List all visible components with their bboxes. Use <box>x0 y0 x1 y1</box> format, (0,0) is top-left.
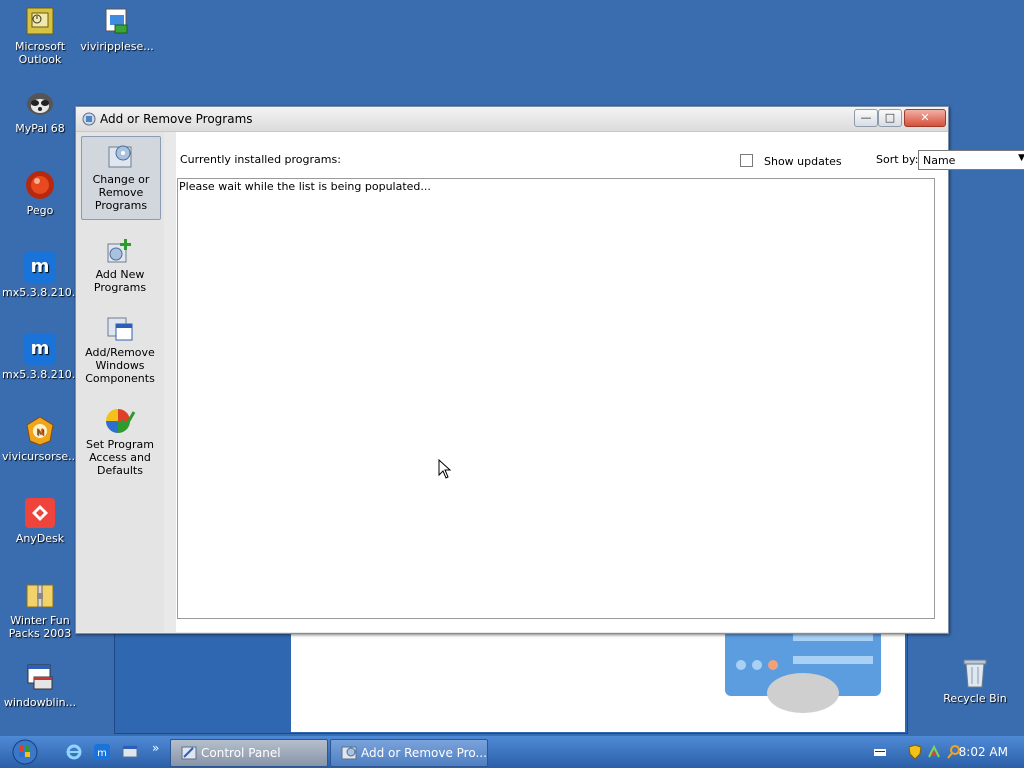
nav-change-or-remove-programs[interactable]: Change or Remove Programs <box>81 136 161 220</box>
add-remove-programs-icon <box>82 112 96 126</box>
show-updates-checkbox[interactable] <box>740 154 753 167</box>
desktop-icon-outlook[interactable]: Microsoft Outlook <box>2 5 78 66</box>
control-panel-icon <box>181 745 197 761</box>
window-titlebar[interactable]: Add or Remove Programs — □ ✕ <box>76 107 948 132</box>
add-new-programs-icon <box>104 236 136 266</box>
desktop-icon-label: Winter Fun Packs 2003 <box>8 614 72 640</box>
maximize-icon: □ <box>884 111 896 124</box>
installer-icon <box>101 5 133 37</box>
windows-components-icon <box>104 314 136 344</box>
desktop-icon-label: mx5.3.8.210... <box>2 286 83 299</box>
add-remove-programs-icon <box>341 745 357 761</box>
nav-label: Add New Programs <box>93 268 147 294</box>
desktop-icon-mx-1[interactable]: m mx5.3.8.210... <box>2 251 83 299</box>
taskbar-button-control-panel[interactable]: Control Panel <box>170 739 328 767</box>
desktop-icon-label: MyPal 68 <box>15 122 65 135</box>
vivi-cursor-icon: M <box>24 415 56 447</box>
maximize-button[interactable]: □ <box>878 109 902 127</box>
close-button[interactable]: ✕ <box>904 109 946 127</box>
svg-text:M: M <box>36 428 44 438</box>
desktop-icon-label: Recycle Bin <box>943 692 1007 705</box>
internet-explorer-icon[interactable] <box>66 744 82 760</box>
svg-text:m: m <box>97 748 107 759</box>
desktop-icon-mypal[interactable]: MyPal 68 <box>2 87 78 135</box>
desktop-icon-viviripple[interactable]: viviripplese... <box>79 5 155 53</box>
taskbar-button-add-remove-programs[interactable]: Add or Remove Pro... <box>330 739 488 767</box>
desktop-icon-vivicursor[interactable]: M vivicursorse... <box>2 415 79 463</box>
start-button[interactable] <box>8 739 42 765</box>
maxthon-icon: m <box>24 333 56 365</box>
desktop-icon-label: windowblin... <box>3 696 77 709</box>
maxthon-icon: m <box>24 251 56 283</box>
clock[interactable]: 8:02 AM <box>959 745 1008 759</box>
taskbar-button-label: Add or Remove Pro... <box>361 746 487 760</box>
change-remove-programs-icon <box>105 141 137 171</box>
desktop-icon-mx-2[interactable]: m mx5.3.8.210... <box>2 333 83 381</box>
taskbar: m » Control Panel Add or Remove Pro... 8… <box>0 736 1024 768</box>
windowblinds-icon <box>24 661 56 693</box>
desktop-icon-winter-fun[interactable]: Winter Fun Packs 2003 <box>2 579 78 640</box>
network-icon[interactable] <box>926 744 942 763</box>
close-icon: ✕ <box>920 111 930 124</box>
show-updates-label[interactable]: Show updates <box>764 155 842 168</box>
nav-add-new-programs[interactable]: Add New Programs <box>81 232 159 294</box>
keyboard-icon[interactable] <box>874 746 886 761</box>
window-title: Add or Remove Programs <box>100 112 253 126</box>
desktop-icon-pego[interactable]: Pego <box>2 169 78 217</box>
task-pane: Change or Remove Programs Add New Progra… <box>76 132 164 632</box>
mypal-icon <box>24 87 56 119</box>
minimize-button[interactable]: — <box>854 109 878 127</box>
desktop-icon-recycle-bin[interactable]: Recycle Bin <box>937 657 1013 705</box>
nav-label: Set Program Access and Defaults <box>86 438 154 477</box>
pego-icon <box>24 169 56 201</box>
sort-by-label: Sort by: <box>876 153 919 166</box>
nav-label: Add/Remove Windows Components <box>85 346 155 385</box>
show-desktop-icon[interactable] <box>122 744 138 760</box>
maxthon-quicklaunch-icon[interactable]: m <box>94 744 110 760</box>
security-shield-icon[interactable] <box>908 744 922 763</box>
sort-by-value: Name <box>923 154 956 167</box>
minimize-icon: — <box>860 111 872 124</box>
desktop-icon-label: Microsoft Outlook <box>14 40 66 66</box>
taskbar-button-label: Control Panel <box>201 746 281 760</box>
desktop-icon-anydesk[interactable]: AnyDesk <box>2 497 78 545</box>
desktop-icon-label: mx5.3.8.210... <box>2 368 83 381</box>
list-status-message: Please wait while the list is being popu… <box>179 180 431 193</box>
recycle-bin-icon <box>959 657 991 689</box>
program-access-defaults-icon <box>104 406 136 436</box>
desktop-icon-label: vivicursorse... <box>2 450 79 463</box>
desktop-icon-label: Pego <box>26 204 54 217</box>
programs-content: Currently installed programs: Show updat… <box>176 132 1024 632</box>
sort-by-select[interactable]: Name ▼ <box>918 150 1024 170</box>
installed-programs-list[interactable]: Please wait while the list is being popu… <box>177 178 935 619</box>
desktop-icon-label: viviripplese... <box>80 40 154 53</box>
desktop-icon-label: AnyDesk <box>15 532 65 545</box>
mouse-pointer-icon <box>438 458 452 482</box>
chevron-down-icon: ▼ <box>1018 153 1024 163</box>
desktop-icon-windowblinds[interactable]: windowblin... <box>2 661 78 709</box>
currently-installed-label: Currently installed programs: <box>180 153 341 166</box>
nav-label: Change or Remove Programs <box>92 173 150 212</box>
quicklaunch-more-icon[interactable]: » <box>152 741 168 757</box>
nav-set-program-access-defaults[interactable]: Set Program Access and Defaults <box>81 402 159 477</box>
anydesk-icon <box>24 497 56 529</box>
outlook-icon <box>24 5 56 37</box>
add-remove-programs-window[interactable]: Add or Remove Programs — □ ✕ Change or R… <box>75 106 1024 634</box>
nav-add-remove-windows-components[interactable]: Add/Remove Windows Components <box>81 310 159 388</box>
zip-folder-icon <box>24 579 56 611</box>
